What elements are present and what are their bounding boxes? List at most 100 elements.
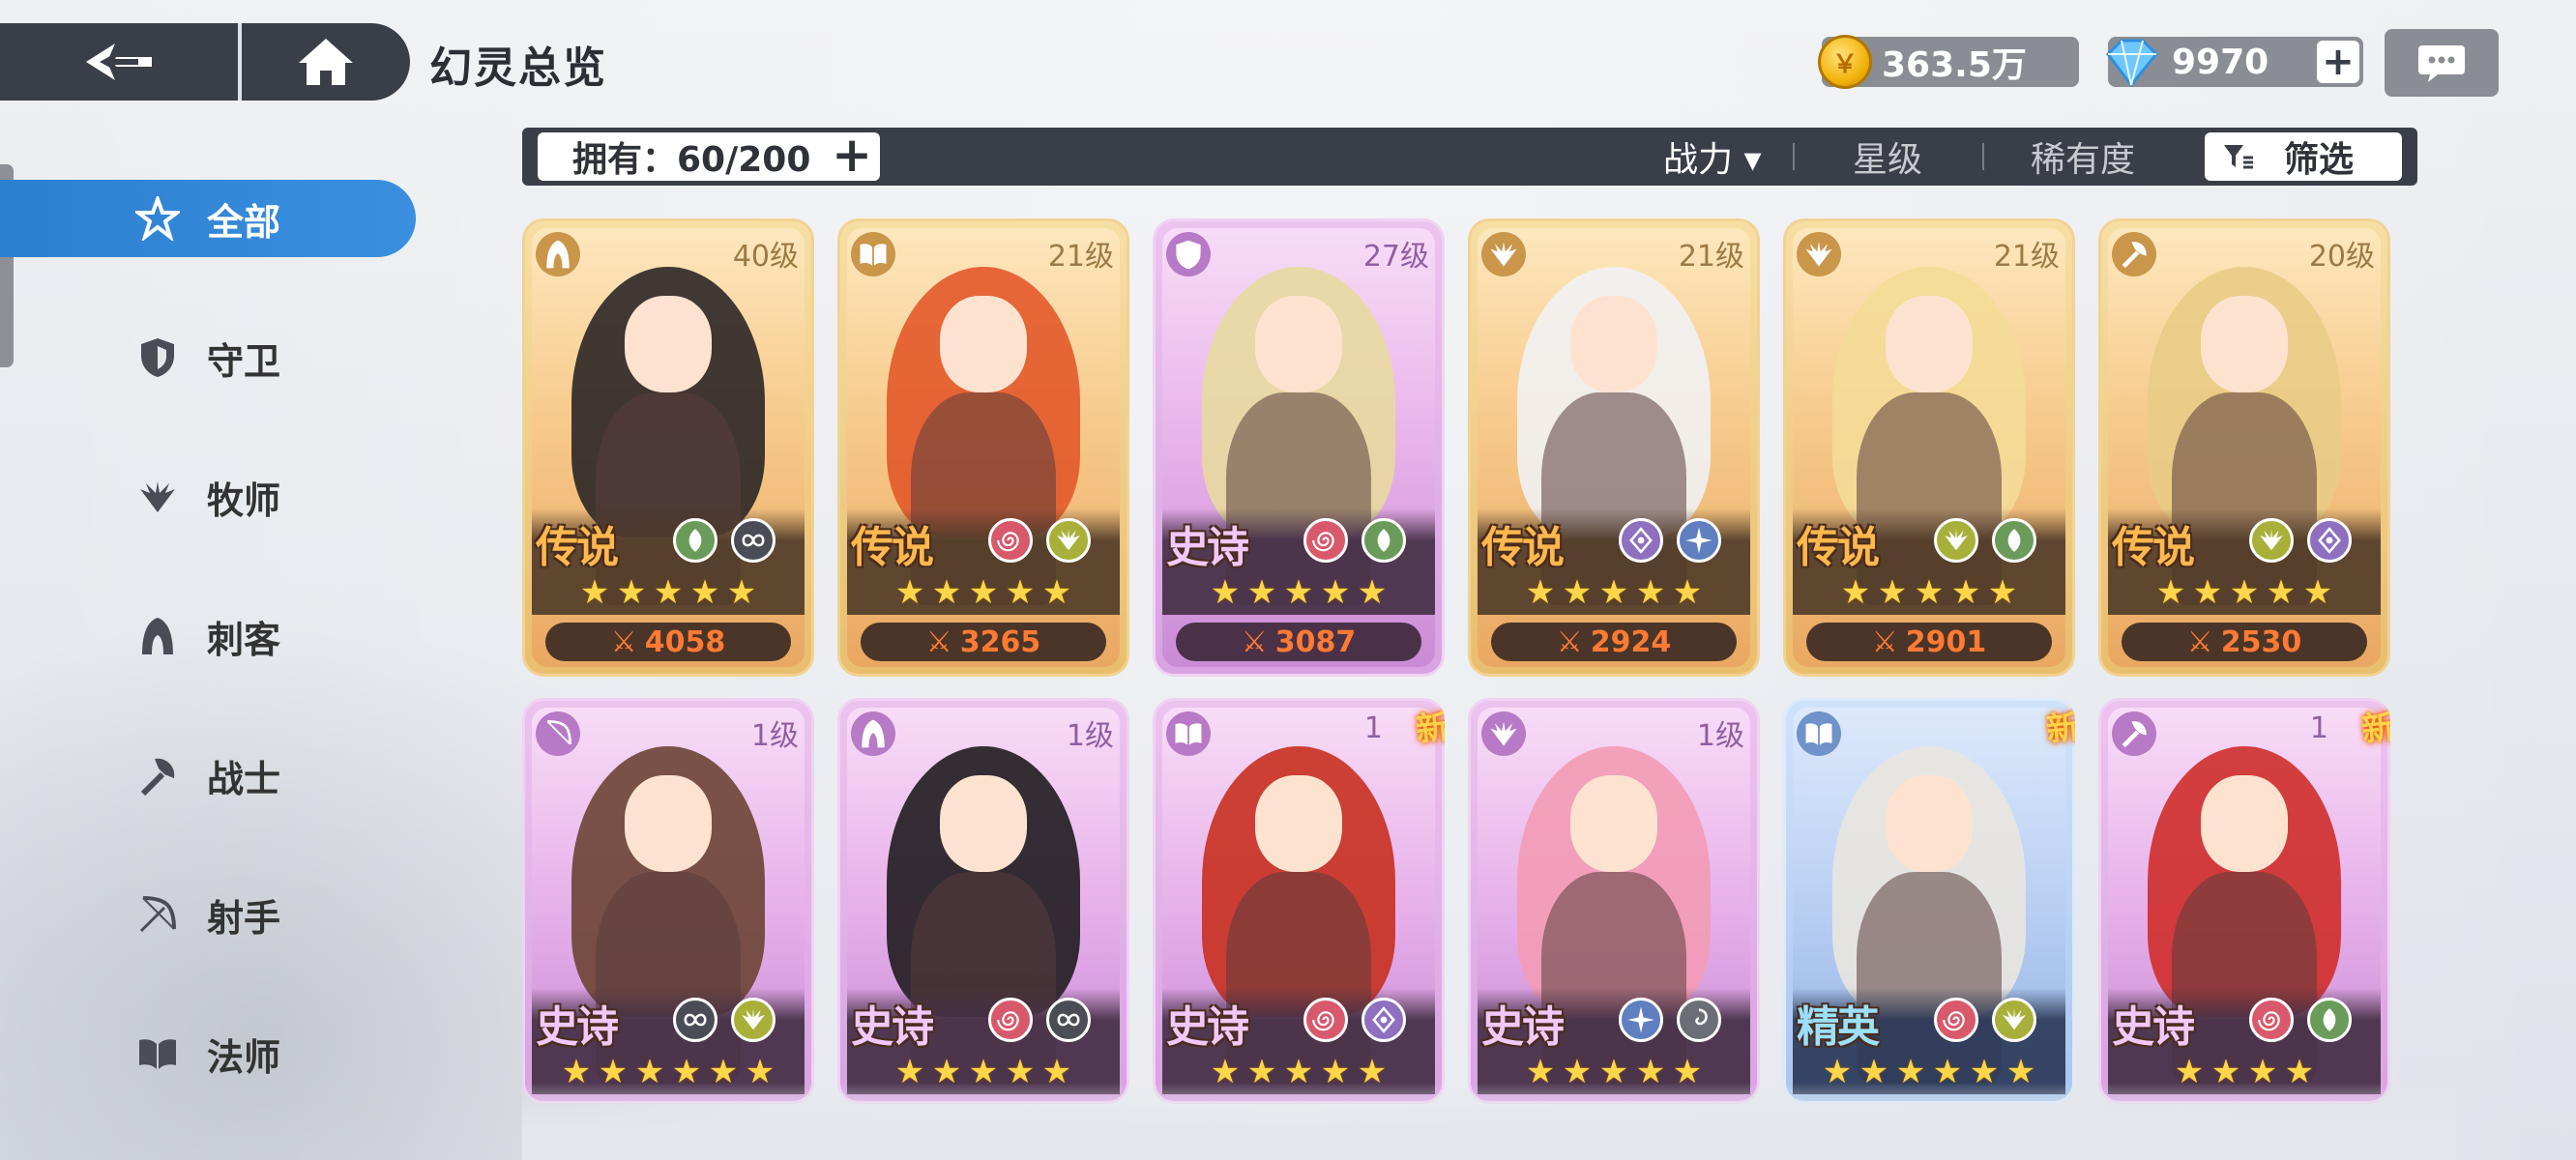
sort-rarity-button[interactable]: 稀有度 xyxy=(2031,133,2135,180)
filter-button[interactable]: 筛选 xyxy=(2205,132,2402,181)
wings-icon xyxy=(1992,998,2036,1042)
gold-value: 363.5万 xyxy=(1882,45,2027,85)
hero-card[interactable]: 1级 史诗 ★ ★ ★ ★ ★ xyxy=(1468,698,1760,1104)
star-icon: ★ xyxy=(1246,573,1277,612)
star-rating: ★ ★ ★ ★ ★ xyxy=(522,576,814,609)
chat-button[interactable] xyxy=(2385,29,2499,97)
hood-icon xyxy=(536,232,580,276)
star-icon: ★ xyxy=(1562,573,1593,612)
axe-icon xyxy=(2112,711,2156,756)
sort-power-button[interactable]: 战力 ▾ xyxy=(1663,133,1762,180)
leaf-icon xyxy=(1361,518,1406,563)
sidebar-item-assassin[interactable]: 刺客 xyxy=(135,597,425,675)
star-icon: ★ xyxy=(1914,573,1945,612)
star-icon: ★ xyxy=(1987,573,2018,612)
star-icon: ★ xyxy=(2155,573,2186,612)
sidebar-item-mage[interactable]: 法师 xyxy=(135,1015,425,1092)
bow-icon xyxy=(536,711,580,756)
sidebar-item-warrior[interactable]: 战士 xyxy=(135,737,425,814)
sidebar-item-label: 战士 xyxy=(207,757,281,800)
sidebar-item-label: 射手 xyxy=(207,896,281,940)
wings-icon xyxy=(1481,232,1526,276)
power-pill: ⚔ 2901 xyxy=(1806,623,2052,661)
axe-icon xyxy=(2112,232,2156,276)
hero-card[interactable]: 21级 传说 ★ ★ ★ ★ ★ ⚔ 2924 xyxy=(1468,218,1760,677)
hood-icon xyxy=(135,614,180,658)
sidebar-item-priest[interactable]: 牧师 xyxy=(135,458,425,536)
hero-card[interactable]: 21级 传说 ★ ★ ★ ★ ★ ⚔ 2901 xyxy=(1783,218,2075,677)
star-icon: ★ xyxy=(1210,573,1241,612)
star-icon: ★ xyxy=(1005,573,1036,612)
sidebar-item-all[interactable]: 全部 xyxy=(0,180,416,257)
hero-face xyxy=(2201,775,2288,872)
star-icon: ★ xyxy=(616,573,647,612)
star-rating: ★ ★ ★ ★ ★ xyxy=(2098,576,2390,609)
hero-card[interactable]: 20级 传说 ★ ★ ★ ★ ★ ⚔ 2530 xyxy=(2098,218,2390,677)
hero-face xyxy=(1886,775,1973,872)
hero-level: 40级 xyxy=(732,240,799,274)
book-icon xyxy=(135,1031,180,1076)
star-icon: ★ xyxy=(1840,573,1871,612)
hero-card[interactable]: 1级 史诗 ★ ★ ★ ★ ★ ★ xyxy=(522,698,814,1104)
hero-level: 1级 xyxy=(1696,719,1744,753)
hero-face xyxy=(1255,296,1342,392)
rarity-label: 传说 xyxy=(2112,523,2195,572)
owned-count: 拥有：60/200 xyxy=(572,140,811,180)
back-arrow-icon xyxy=(86,44,152,80)
rarity-label: 史诗 xyxy=(2112,1002,2195,1052)
hero-level: 1级 xyxy=(1066,719,1114,753)
expand-capacity-icon[interactable]: + xyxy=(832,130,872,179)
hero-card[interactable]: 27级 史诗 ★ ★ ★ ★ ★ ⚔ 3087 xyxy=(1153,218,1445,677)
owned-count-button[interactable]: 拥有：60/200 + xyxy=(538,130,880,181)
star-icon: ★ xyxy=(894,573,925,612)
sidebar-item-guard[interactable]: 守卫 xyxy=(135,319,425,396)
infinity-icon xyxy=(673,998,717,1042)
wings-icon xyxy=(2249,518,2294,563)
new-badge: 新 xyxy=(2044,708,2075,750)
crossed-swords-icon: ⚔ xyxy=(1556,624,1583,659)
bottom-fade xyxy=(522,1083,2456,1160)
hero-card[interactable]: 新精英 ★ ★ ★ ★ ★ ★ xyxy=(1783,698,2075,1104)
hero-face xyxy=(1886,296,1973,392)
rarity-label: 史诗 xyxy=(1166,523,1249,572)
star-icon: ★ xyxy=(1877,573,1908,612)
hero-card[interactable]: 1 新史诗 ★ ★ ★ ★ ★ xyxy=(1153,698,1445,1104)
rarity-label: 传说 xyxy=(536,523,619,572)
add-gems-button[interactable]: + xyxy=(2317,41,2359,83)
spiral-icon xyxy=(1303,998,1348,1042)
star-icon: ★ xyxy=(931,573,962,612)
hero-card[interactable]: 1 新史诗 ★ ★ ★ ★ xyxy=(2098,698,2390,1104)
hero-level: 1 xyxy=(2309,711,2328,745)
gem-value: 9970 xyxy=(2172,42,2269,82)
sidebar-item-archer[interactable]: 射手 xyxy=(135,876,425,953)
star-icon: ★ xyxy=(726,573,757,612)
crossed-swords-icon: ⚔ xyxy=(925,624,952,659)
crossed-swords-icon: ⚔ xyxy=(1241,624,1268,659)
star-icon: ★ xyxy=(1525,573,1556,612)
star-rating: ★ ★ ★ ★ ★ xyxy=(1153,576,1445,609)
wings-icon xyxy=(1797,232,1841,276)
back-button[interactable] xyxy=(0,23,242,101)
star-icon: ★ xyxy=(579,573,610,612)
crossed-swords-icon: ⚔ xyxy=(610,624,637,659)
hero-face xyxy=(1570,775,1657,872)
hero-face xyxy=(940,296,1027,392)
hero-card[interactable]: 21级 传说 ★ ★ ★ ★ ★ ⚔ 3265 xyxy=(837,218,1129,677)
hero-card[interactable]: 40级 传说 ★ ★ ★ ★ ★ ⚔ 4058 xyxy=(522,218,814,677)
new-badge: 新 xyxy=(1414,708,1445,750)
spiral-icon xyxy=(988,518,1033,563)
spiral-icon xyxy=(1303,518,1348,563)
rarity-label: 传说 xyxy=(1797,523,1880,572)
home-button[interactable] xyxy=(242,23,410,101)
wings-icon xyxy=(1046,518,1091,563)
star-icon: ★ xyxy=(1041,573,1072,612)
power-value: 2530 xyxy=(2220,624,2302,659)
star-icon: ★ xyxy=(1635,573,1666,612)
hero-card[interactable]: 1级 史诗 ★ ★ ★ ★ ★ xyxy=(837,698,1129,1104)
wings-icon xyxy=(731,998,776,1042)
shield-icon xyxy=(135,335,180,380)
sort-star-button[interactable]: 星级 xyxy=(1853,133,1922,180)
power-value: 3087 xyxy=(1274,624,1357,659)
crossed-swords-icon: ⚔ xyxy=(2186,624,2213,659)
shield-icon xyxy=(1166,232,1211,276)
